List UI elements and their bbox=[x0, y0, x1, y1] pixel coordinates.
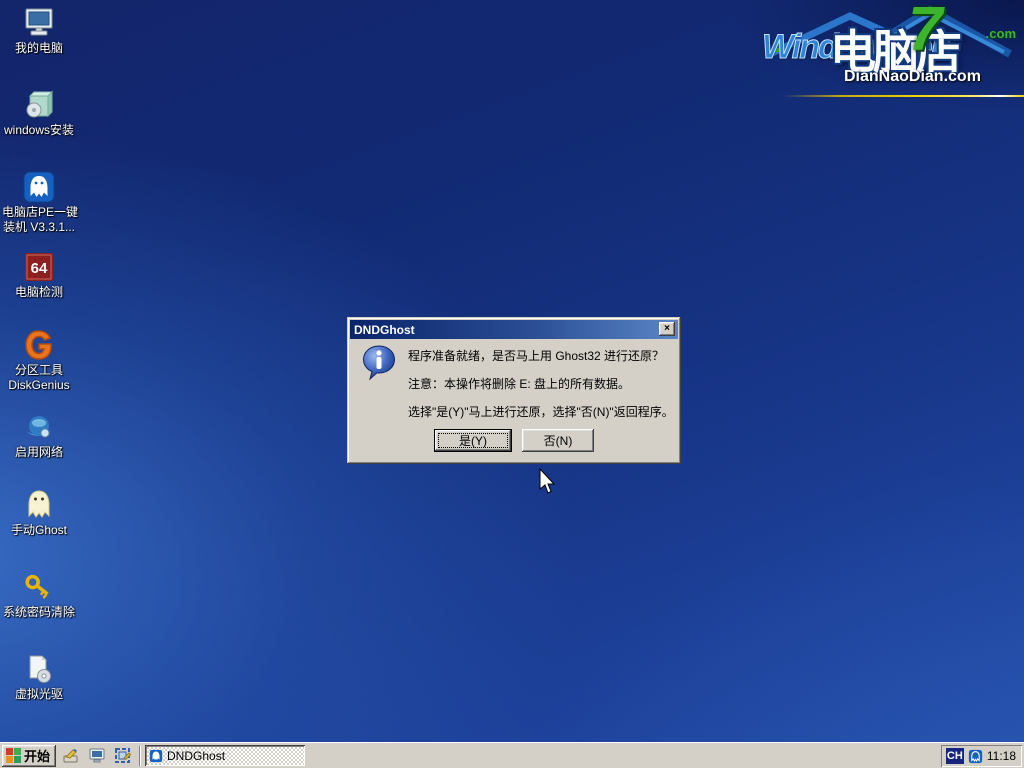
yes-button[interactable]: 是(Y) bbox=[434, 429, 512, 452]
desktop-icon-label2: DiskGenius bbox=[2, 379, 76, 392]
taskbar-divider bbox=[139, 746, 141, 766]
logo-seven: 7 bbox=[908, 0, 942, 65]
desktop-icon-label: 电脑店PE一键 bbox=[2, 206, 76, 219]
desktop-icon-label: 虚拟光驱 bbox=[2, 688, 76, 701]
dialog-buttons: 是(Y) 否(N) bbox=[347, 429, 681, 452]
dialog-message-line3: 选择"是(Y)"马上进行还原，选择"否(N)"返回程序。 bbox=[408, 403, 674, 420]
diannaodian-logo: Windows7en 电脑店 7 .com DianNaoDian.com bbox=[760, 2, 1022, 98]
computer-quicklaunch-icon[interactable] bbox=[86, 745, 108, 767]
show-desktop-icon[interactable] bbox=[60, 745, 82, 767]
desktop-icon-label: 手动Ghost bbox=[2, 524, 76, 537]
logo-underline bbox=[782, 95, 1024, 97]
desktop-icon-label: 我的电脑 bbox=[2, 42, 76, 55]
desktop-icon-my-computer[interactable]: 我的电脑 bbox=[2, 6, 76, 55]
screen: Windows7en 电脑店 7 .com DianNaoDian.com 我的… bbox=[0, 0, 1024, 768]
start-label: 开始 bbox=[24, 746, 50, 765]
desktop-icon-manual-ghost[interactable]: 手动Ghost bbox=[2, 488, 76, 537]
system-tray: CH 11:18 bbox=[941, 745, 1022, 767]
ghost-app-icon bbox=[22, 170, 56, 204]
computer-icon bbox=[22, 6, 56, 40]
64-icon: 64 bbox=[22, 250, 56, 284]
clock[interactable]: 11:18 bbox=[987, 749, 1016, 763]
desktop-icon-label: 系统密码清除 bbox=[2, 606, 76, 619]
desktop-icon-virtual-drive[interactable]: 虚拟光驱 bbox=[2, 652, 76, 701]
dndghost-dialog: DNDGhost × 程序准备就绪，是否马上用 Ghost32 进行还原？ 注意… bbox=[347, 317, 681, 464]
ghost-task-icon bbox=[149, 749, 163, 763]
info-icon bbox=[362, 345, 396, 381]
ghost-icon bbox=[22, 488, 56, 522]
start-icon bbox=[6, 748, 21, 763]
desktop-icon-label: 分区工具 bbox=[2, 364, 76, 377]
desktop-icon-enable-network[interactable]: 启用网络 bbox=[2, 410, 76, 459]
dialog-message-line1: 程序准备就绪，是否马上用 Ghost32 进行还原？ bbox=[408, 347, 664, 364]
network-icon bbox=[22, 410, 56, 444]
desktop-edit-icon[interactable] bbox=[112, 745, 134, 767]
desktop-icon-label: windows安装 bbox=[2, 124, 76, 137]
desktop-icon-windows-install[interactable]: windows安装 bbox=[2, 88, 76, 137]
task-label: DNDGhost bbox=[167, 749, 225, 763]
logo-site-text: DianNaoDian.com bbox=[844, 68, 981, 86]
close-icon[interactable]: × bbox=[659, 322, 675, 336]
desktop-icon-pc-check[interactable]: 64 电脑检测 bbox=[2, 250, 76, 299]
dialog-message-line2: 注意：本操作将删除 E: 盘上的所有数据。 bbox=[408, 375, 630, 392]
disc-icon bbox=[22, 652, 56, 686]
start-button[interactable]: 开始 bbox=[2, 745, 56, 767]
ghost-tray-icon[interactable] bbox=[968, 749, 983, 764]
mouse-cursor bbox=[538, 468, 558, 501]
taskbar: 开始 bbox=[0, 742, 1024, 768]
logo-com: .com bbox=[986, 26, 1016, 41]
installer-icon bbox=[22, 88, 56, 122]
desktop-icon-pe-one-key[interactable]: 电脑店PE一键 装机 V3.3.1... bbox=[2, 170, 76, 234]
taskbar-task-dndghost[interactable]: DNDGhost bbox=[145, 745, 305, 766]
desktop-icon-label: 启用网络 bbox=[2, 446, 76, 459]
desktop-icon-password-clear[interactable]: 系统密码清除 bbox=[2, 570, 76, 619]
desktop-icon-label2: 装机 V3.3.1... bbox=[2, 221, 76, 234]
svg-text:64: 64 bbox=[31, 260, 48, 277]
language-indicator[interactable]: CH bbox=[946, 748, 964, 764]
key-icon bbox=[22, 570, 56, 604]
desktop-icon-label: 电脑检测 bbox=[2, 286, 76, 299]
desktop-icon-diskgenius[interactable]: 分区工具 DiskGenius bbox=[2, 328, 76, 392]
diskgenius-icon bbox=[22, 328, 56, 362]
dialog-title-text: DNDGhost bbox=[354, 323, 415, 337]
dialog-titlebar[interactable]: DNDGhost × bbox=[350, 320, 678, 339]
no-button[interactable]: 否(N) bbox=[522, 429, 594, 452]
